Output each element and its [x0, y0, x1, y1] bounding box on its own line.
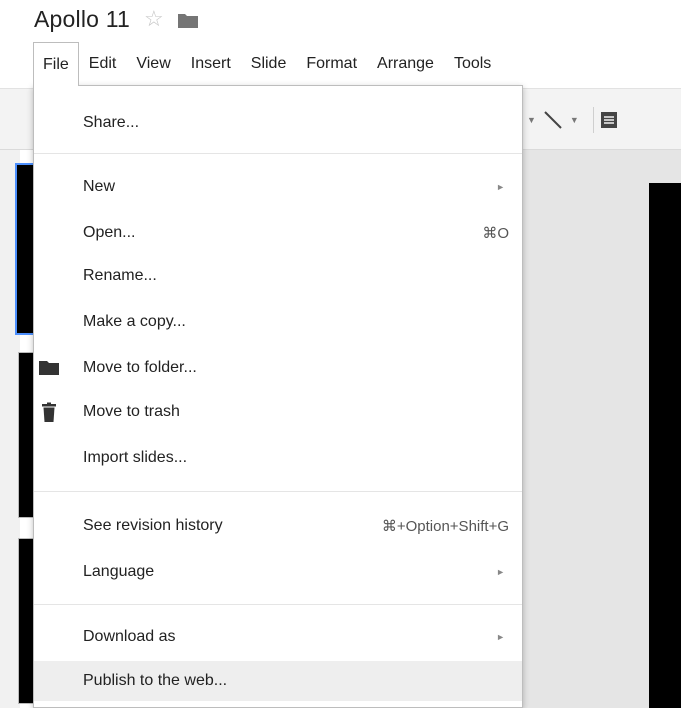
menu-file[interactable]: File: [33, 42, 79, 86]
menu-view[interactable]: View: [126, 42, 180, 86]
toolbar-divider: [592, 107, 594, 133]
menu-item-make-copy[interactable]: Make a copy...: [34, 305, 522, 339]
line-dropdown-icon[interactable]: ▼: [570, 115, 579, 125]
menu-item-move-to-trash[interactable]: Move to trash: [34, 395, 522, 429]
menu-item-label: See revision history: [83, 517, 223, 534]
folder-icon[interactable]: [177, 13, 198, 28]
menu-item-label: Share...: [83, 114, 140, 131]
menu-arrange[interactable]: Arrange: [367, 42, 444, 86]
menu-item-label: Import slides...: [83, 449, 188, 466]
menu-insert[interactable]: Insert: [181, 42, 241, 86]
menu-edit[interactable]: Edit: [79, 42, 127, 86]
document-title[interactable]: Apollo 11: [34, 6, 130, 33]
shape-dropdown-icon[interactable]: ▼: [527, 115, 536, 125]
menu-divider: [34, 604, 522, 605]
menu-item-language[interactable]: Language ►: [34, 555, 522, 589]
menu-tools[interactable]: Tools: [444, 42, 501, 86]
slide-thumbnail[interactable]: [15, 163, 35, 335]
menu-item-publish[interactable]: Publish to the web...: [34, 661, 522, 701]
menu-item-revision-history[interactable]: See revision history ⌘+Option+Shift+G: [34, 509, 522, 543]
menu-format[interactable]: Format: [296, 42, 367, 86]
menu-item-rename[interactable]: Rename...: [34, 259, 522, 293]
keyboard-shortcut: ⌘O: [482, 225, 509, 242]
menu-divider: [34, 153, 522, 154]
menu-item-import-slides[interactable]: Import slides...: [34, 441, 522, 475]
menu-item-label: Rename...: [83, 267, 157, 284]
menu-item-download-as[interactable]: Download as ►: [34, 620, 522, 654]
submenu-arrow-icon: ►: [496, 632, 505, 642]
toolbar-tools: ▼ ▼: [520, 89, 618, 151]
submenu-arrow-icon: ►: [496, 182, 505, 192]
menu-item-label: Open...: [83, 224, 136, 241]
trash-icon: [42, 402, 56, 422]
menu-item-move-to-folder[interactable]: Move to folder...: [34, 351, 522, 385]
menu-item-label: New: [83, 178, 116, 195]
document-title-bar: Apollo 11 ☆: [34, 2, 198, 36]
menu-slide[interactable]: Slide: [241, 42, 297, 86]
folder-icon: [39, 361, 59, 375]
menu-item-new[interactable]: New ►: [34, 170, 522, 204]
file-menu-dropdown: Share... New ► Open... ⌘O Rename... Make…: [33, 85, 523, 708]
star-icon[interactable]: ☆: [144, 8, 164, 30]
menu-item-label: Move to trash: [83, 403, 180, 420]
line-icon[interactable]: [542, 109, 564, 131]
submenu-arrow-icon: ►: [496, 567, 505, 577]
comment-icon[interactable]: [600, 111, 618, 129]
menu-item-label: Language: [83, 563, 155, 580]
menu-item-label: Move to folder...: [83, 359, 197, 376]
menu-item-label: Publish to the web...: [83, 672, 228, 689]
menu-bar: File Edit View Insert Slide Format Arran…: [33, 42, 501, 86]
menu-item-label: Download as: [83, 628, 176, 645]
menu-item-label: Make a copy...: [83, 313, 186, 330]
menu-divider: [34, 491, 522, 492]
slide-canvas[interactable]: [649, 183, 681, 708]
menu-item-share[interactable]: Share...: [34, 106, 522, 140]
keyboard-shortcut: ⌘+Option+Shift+G: [381, 518, 509, 535]
menu-item-open[interactable]: Open... ⌘O: [34, 216, 522, 250]
